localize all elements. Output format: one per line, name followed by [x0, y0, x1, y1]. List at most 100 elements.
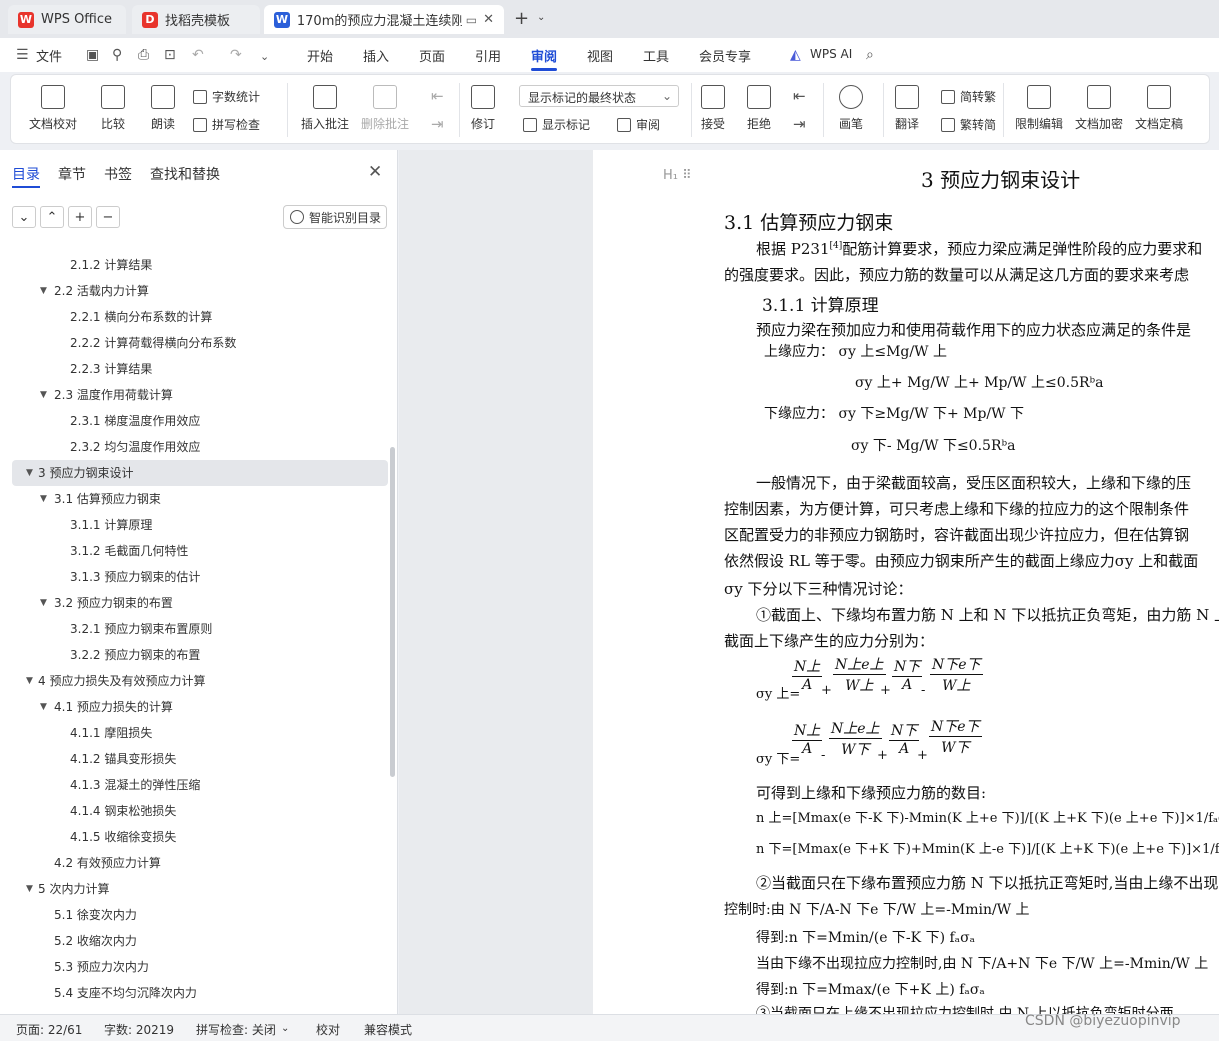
- undo-icon[interactable]: ↶: [192, 47, 204, 63]
- toc-item[interactable]: 4.1.5 收缩徐变损失: [12, 824, 388, 850]
- insert-comment-button[interactable]: 插入批注: [301, 85, 349, 132]
- menu-wps-ai[interactable]: WPS AI: [810, 47, 852, 61]
- chevron-down-icon[interactable]: ⌄: [537, 12, 545, 23]
- word-count[interactable]: 字数: 20219: [104, 1021, 174, 1038]
- track-changes-button[interactable]: 修订: [471, 85, 495, 132]
- menu-home[interactable]: 开始: [307, 46, 333, 65]
- search-icon[interactable]: ⌕: [866, 47, 874, 63]
- expand-arrow-icon[interactable]: ▼: [40, 694, 47, 720]
- expand-arrow-icon[interactable]: ▼: [26, 460, 33, 486]
- save-icon[interactable]: ▣: [86, 47, 99, 63]
- toc-item[interactable]: ▼ 4 预应力损失及有效预应力计算: [12, 668, 388, 694]
- toc-item[interactable]: 5.3 预应力次内力: [12, 954, 388, 980]
- toc-item[interactable]: 2.3.2 均匀温度作用效应: [12, 434, 388, 460]
- menu-references[interactable]: 引用: [475, 46, 501, 65]
- finalize-button[interactable]: 文档定稿: [1135, 85, 1183, 132]
- add-heading-button[interactable]: +: [68, 206, 92, 228]
- toc-item[interactable]: 3.1.3 预应力钢束的估计: [12, 564, 388, 590]
- toc-item[interactable]: 4.2 有效预应力计算: [12, 850, 388, 876]
- markup-state-select[interactable]: 显示标记的最终状态 ⌄: [519, 85, 679, 107]
- menu-tools[interactable]: 工具: [643, 46, 669, 65]
- expand-arrow-icon[interactable]: ▼: [40, 590, 47, 616]
- tab-bookmarks[interactable]: 书签: [104, 164, 132, 184]
- toc-scrollbar[interactable]: [390, 447, 395, 777]
- toc-item[interactable]: 5.4 支座不均匀沉降次内力: [12, 980, 388, 1006]
- toc-item[interactable]: ▼ 3.1 估算预应力钢束: [12, 486, 388, 512]
- toc-item[interactable]: 4.1.2 锚具变形损失: [12, 746, 388, 772]
- menu-file[interactable]: 文件: [36, 46, 62, 65]
- simp-to-trad-button[interactable]: 简转繁: [941, 88, 996, 105]
- delete-comment-button[interactable]: 删除批注: [361, 85, 409, 132]
- toc-item[interactable]: 5.1 徐变次内力: [12, 902, 388, 928]
- toc-item[interactable]: ▼ 3 预应力钢束设计: [12, 460, 388, 486]
- toc-item[interactable]: 5.2 收缩次内力: [12, 928, 388, 954]
- pen-button[interactable]: 画笔: [839, 85, 863, 132]
- menu-review[interactable]: 审阅: [531, 46, 557, 65]
- toc-item[interactable]: 2.3.1 梯度温度作用效应: [12, 408, 388, 434]
- proofread-status[interactable]: 校对: [316, 1021, 340, 1038]
- tab-document[interactable]: W 170m的预应力混凝土连续刚构 ▭ ✕: [264, 5, 504, 34]
- word-count-button[interactable]: 字数统计: [193, 88, 260, 105]
- chevron-down-icon[interactable]: ⌄: [281, 1023, 289, 1034]
- page-count[interactable]: 页面: 22/61: [16, 1021, 82, 1038]
- print-icon[interactable]: ⎙: [138, 47, 149, 63]
- toc-item[interactable]: 2.2.1 横向分布系数的计算: [12, 304, 388, 330]
- toc-item[interactable]: 2.2.2 计算荷载得横向分布系数: [12, 330, 388, 356]
- expand-arrow-icon[interactable]: ▼: [26, 668, 33, 694]
- toc-item[interactable]: 4.1.3 混凝土的弹性压缩: [12, 772, 388, 798]
- trad-to-simp-button[interactable]: 繁转简: [941, 116, 996, 133]
- next-comment-icon[interactable]: ⇥: [431, 115, 444, 133]
- encrypt-button[interactable]: 文档加密: [1075, 85, 1123, 132]
- menu-view[interactable]: 视图: [587, 46, 613, 65]
- expand-arrow-icon[interactable]: ▼: [40, 382, 47, 408]
- collapse-all-button[interactable]: ⌄: [12, 206, 36, 228]
- spell-check-status[interactable]: 拼写检查: 关闭: [196, 1021, 276, 1038]
- doc-check-button[interactable]: 文档校对: [29, 85, 77, 132]
- toc-item[interactable]: ▼ 3.2 预应力钢束的布置: [12, 590, 388, 616]
- menu-layout[interactable]: 页面: [419, 46, 445, 65]
- toc-item[interactable]: 2.2.3 计算结果: [12, 356, 388, 382]
- reject-button[interactable]: 拒绝: [747, 85, 771, 132]
- hamburger-icon[interactable]: ☰: [16, 47, 29, 63]
- tab-chapters[interactable]: 章节: [58, 164, 86, 184]
- translate-button[interactable]: 翻译: [895, 85, 919, 132]
- toc-item[interactable]: 4.1.1 摩阻损失: [12, 720, 388, 746]
- review-pane-button[interactable]: 审阅: [617, 116, 660, 133]
- redo-icon[interactable]: ↷: [230, 47, 242, 63]
- restrict-edit-button[interactable]: 限制编辑: [1015, 85, 1063, 132]
- tab-toc[interactable]: 目录: [12, 164, 40, 184]
- toc-item[interactable]: 3.2.1 预应力钢束布置原则: [12, 616, 388, 642]
- spell-check-button[interactable]: 拼写检查: [193, 116, 260, 133]
- smart-toc-button[interactable]: 智能识别目录: [283, 205, 387, 229]
- print-preview-icon[interactable]: ⊡: [164, 47, 176, 63]
- accept-button[interactable]: 接受: [701, 85, 725, 132]
- toc-item[interactable]: 4.1.4 钢束松弛损失: [12, 798, 388, 824]
- compare-button[interactable]: 比较: [101, 85, 125, 132]
- tab-wps-office[interactable]: W WPS Office: [8, 5, 126, 34]
- expand-up-button[interactable]: ⌃: [40, 206, 64, 228]
- menu-insert[interactable]: 插入: [363, 46, 389, 65]
- share-icon[interactable]: ⚲: [112, 47, 122, 63]
- show-markup-button[interactable]: 显示标记: [523, 116, 590, 133]
- expand-arrow-icon[interactable]: ▼: [40, 486, 47, 512]
- expand-arrow-icon[interactable]: ▼: [40, 278, 47, 304]
- toc-item[interactable]: ▼ 2.3 温度作用荷载计算: [12, 382, 388, 408]
- expand-arrow-icon[interactable]: ▼: [26, 876, 33, 902]
- read-aloud-button[interactable]: 朗读: [151, 85, 175, 132]
- toc-item[interactable]: 3.1.1 计算原理: [12, 512, 388, 538]
- new-tab-icon[interactable]: +: [514, 8, 529, 29]
- close-icon[interactable]: ✕: [368, 162, 382, 182]
- prev-comment-icon[interactable]: ⇤: [431, 87, 444, 105]
- tab-template[interactable]: D 找稻壳模板: [132, 5, 260, 34]
- menu-member[interactable]: 会员专享: [699, 46, 751, 65]
- remove-heading-button[interactable]: −: [96, 206, 120, 228]
- window-icon[interactable]: ▭: [466, 13, 477, 27]
- heading-handle-icon[interactable]: H₁ ⠿: [663, 168, 692, 183]
- toc-item[interactable]: ▼ 2.2 活载内力计算: [12, 278, 388, 304]
- chevron-down-icon[interactable]: ⌄: [260, 50, 269, 63]
- next-change-icon[interactable]: ⇥: [793, 115, 806, 133]
- document-page[interactable]: H₁ ⠿ 3 预应力钢束设计 3.1 估算预应力钢束 根据 P231[4]配筋计…: [593, 150, 1219, 1014]
- toc-item[interactable]: 3.1.2 毛截面几何特性: [12, 538, 388, 564]
- toc-item[interactable]: 2.1.2 计算结果: [12, 252, 388, 278]
- close-icon[interactable]: ✕: [483, 12, 494, 27]
